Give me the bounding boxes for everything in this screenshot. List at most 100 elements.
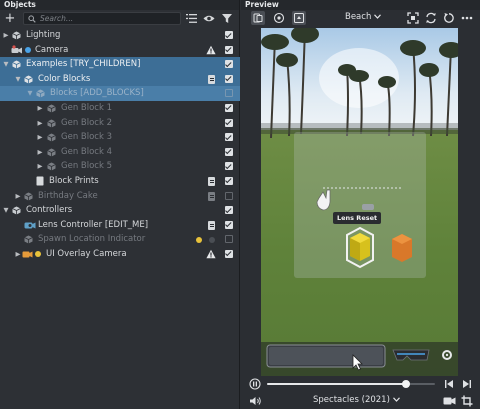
enabled-checkbox[interactable] [225, 103, 233, 112]
search-field[interactable] [23, 12, 181, 25]
list-filter-icon[interactable] [186, 13, 198, 24]
tree-row-gen-block-2[interactable]: ▶ Gen Block 2 [0, 116, 240, 131]
lens-reset-tooltip[interactable]: Lens Reset [333, 212, 382, 224]
tree-row-lens-controller[interactable]: Lens Controller [EDIT_ME] [0, 218, 240, 233]
tree-item-label: Lens Controller [EDIT_ME] [38, 219, 149, 230]
warning-icon[interactable] [206, 249, 216, 259]
object-tree: ▶ Lighting Camera ▼ Examples [TRY_CHILDR… [0, 28, 240, 262]
camera-icon [22, 251, 33, 258]
tree-row-camera[interactable]: Camera [0, 43, 240, 58]
scene-object-icon [24, 192, 33, 201]
tree-item-label: Controllers [26, 205, 73, 216]
tree-item-label: Blocks [ADD_BLOCKS] [50, 88, 144, 99]
enabled-checkbox[interactable] [225, 60, 233, 69]
expand-arrow-icon[interactable]: ▶ [2, 28, 10, 43]
tree-item-label: Gen Block 5 [61, 161, 113, 172]
device-view-button[interactable] [251, 11, 265, 25]
tree-row-gen-block-3[interactable]: ▶ Gen Block 3 [0, 130, 240, 145]
tree-item-label: Gen Block 3 [61, 132, 113, 143]
tree-row-lighting[interactable]: ▶ Lighting [0, 28, 240, 43]
tree-row-spawn-location-indicator[interactable]: Spawn Location Indicator [0, 232, 240, 247]
expand-arrow-icon[interactable]: ▶ [14, 247, 22, 262]
tree-row-gen-block-4[interactable]: ▶ Gen Block 4 [0, 145, 240, 160]
expand-arrow-icon[interactable]: ▶ [36, 145, 44, 160]
crop-icon[interactable] [461, 395, 473, 407]
tree-row-ui-overlay-camera[interactable]: ▶ UI Overlay Camera [0, 247, 240, 262]
enabled-checkbox[interactable] [225, 206, 233, 215]
enabled-checkbox[interactable] [225, 133, 233, 142]
search-input[interactable] [40, 13, 178, 24]
scene-object-icon [12, 31, 21, 40]
tree-row-color-blocks[interactable]: ▼ Color Blocks [0, 71, 240, 87]
fullscreen-icon[interactable] [407, 12, 419, 24]
scene-object-icon [12, 206, 21, 215]
rotate-icon[interactable] [425, 12, 437, 24]
enabled-checkbox[interactable] [225, 89, 233, 98]
tree-row-controllers[interactable]: ▼ Controllers [0, 203, 240, 218]
tree-item-label: Spawn Location Indicator [38, 234, 146, 245]
script-component-icon [208, 176, 215, 186]
preview-panel-title: Preview [241, 0, 480, 10]
preview-viewport[interactable]: Lens Reset [261, 28, 458, 376]
expand-arrow-icon[interactable]: ▶ [36, 130, 44, 145]
enabled-checkbox[interactable] [225, 176, 233, 185]
enabled-checkbox[interactable] [225, 162, 233, 171]
preview-toolbar: Beach [241, 10, 480, 27]
pause-icon[interactable] [249, 378, 261, 390]
enabled-checkbox[interactable] [225, 31, 233, 39]
scene-object-icon [36, 89, 45, 98]
device-screen-icon [253, 13, 263, 23]
camera-view-button[interactable] [272, 11, 286, 25]
enabled-checkbox[interactable] [225, 220, 233, 229]
tree-row-examples[interactable]: ▼ Examples [TRY_CHILDREN] [0, 57, 240, 72]
collapse-arrow-icon[interactable]: ▼ [2, 57, 10, 72]
expand-arrow-icon[interactable]: ▶ [36, 116, 44, 131]
expand-arrow-icon[interactable]: ▶ [36, 101, 44, 116]
enabled-checkbox[interactable] [225, 191, 233, 200]
lens-controller-icon [24, 222, 36, 229]
tree-row-blocks[interactable]: ▼ Blocks [ADD_BLOCKS] [0, 86, 240, 101]
scene-select-value: Beach [345, 12, 372, 22]
tree-row-birthday-cake[interactable]: ▶ Birthday Cake [0, 189, 240, 204]
enabled-checkbox[interactable] [225, 147, 233, 156]
camera-icon [11, 44, 22, 54]
scene-object-icon [24, 75, 33, 84]
tree-row-gen-block-5[interactable]: ▶ Gen Block 5 [0, 159, 240, 174]
enabled-checkbox[interactable] [225, 235, 233, 244]
speaker-icon[interactable] [249, 396, 262, 406]
more-options-icon[interactable] [461, 16, 473, 20]
filter-funnel-icon[interactable] [221, 13, 233, 24]
print-document-icon [36, 176, 44, 186]
world-view-button[interactable] [292, 11, 306, 25]
warning-icon[interactable] [206, 45, 216, 55]
scene-select[interactable]: Beach [345, 12, 381, 22]
reset-icon[interactable] [443, 12, 455, 24]
collapse-arrow-icon[interactable]: ▼ [2, 203, 10, 218]
playback-bar [241, 377, 480, 391]
tree-item-label: Gen Block 2 [61, 117, 113, 128]
step-forward-icon[interactable] [461, 379, 472, 389]
visibility-eye-icon[interactable] [203, 13, 215, 24]
collapse-arrow-icon[interactable]: ▼ [14, 72, 22, 87]
tree-row-block-prints[interactable]: Block Prints [0, 174, 240, 189]
timeline-track[interactable] [267, 380, 435, 388]
expand-arrow-icon[interactable]: ▶ [36, 159, 44, 174]
tree-row-gen-block-1[interactable]: ▶ Gen Block 1 [0, 101, 240, 116]
tree-item-label: Birthday Cake [38, 190, 98, 201]
objects-panel-title: Objects [0, 0, 239, 10]
device-select[interactable]: Spectacles (2021) [313, 395, 400, 405]
enabled-checkbox[interactable] [225, 45, 233, 54]
enabled-checkbox[interactable] [225, 118, 233, 127]
add-object-button[interactable]: + [0, 10, 20, 27]
record-camera-icon[interactable] [443, 396, 456, 406]
scene-object-icon [47, 104, 56, 113]
enabled-checkbox[interactable] [225, 74, 233, 83]
collapse-arrow-icon[interactable]: ▼ [26, 86, 34, 101]
enabled-checkbox[interactable] [225, 249, 233, 258]
expand-arrow-icon[interactable]: ▶ [14, 189, 22, 204]
step-back-icon[interactable] [444, 379, 455, 389]
scene-object-icon [47, 119, 56, 128]
world-icon [294, 13, 304, 23]
scene-object-icon [47, 148, 56, 157]
timeline-scrubber-handle[interactable] [402, 380, 411, 388]
